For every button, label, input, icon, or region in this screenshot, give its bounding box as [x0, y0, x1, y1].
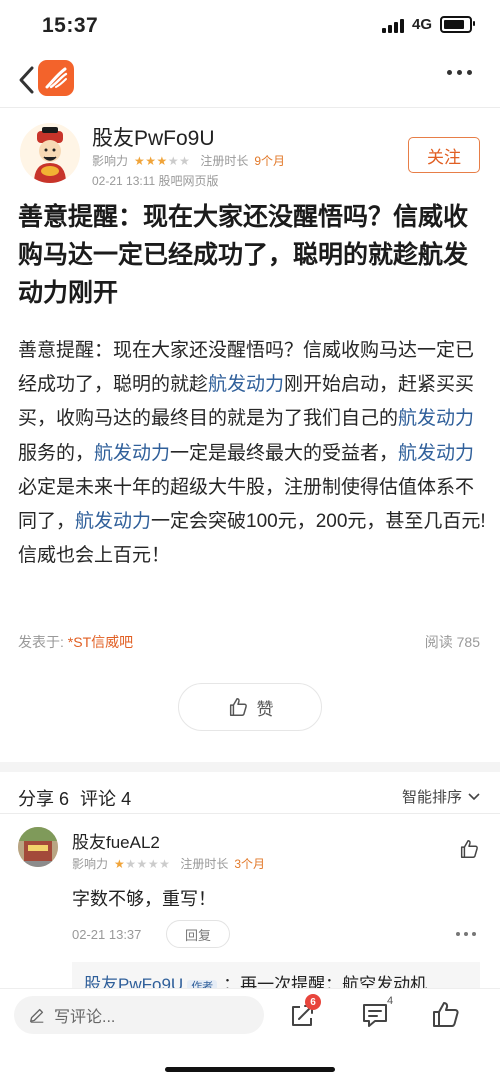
comment-text: 字数不够，重写！ [72, 889, 216, 909]
chevron-down-icon [468, 792, 480, 800]
body-text: 服务的， [18, 442, 95, 464]
write-comment-input[interactable]: 写评论... [14, 996, 264, 1034]
stock-keyword-link[interactable]: 航发动力 [398, 443, 474, 464]
sub-reply[interactable]: 股友PwFo9U 作者 ：再一次提醒：航空发动机 [72, 962, 480, 988]
thumbs-up-icon[interactable] [429, 998, 463, 1032]
status-indicators: 4G [381, 16, 475, 33]
comments-divider [0, 813, 500, 814]
nav-divider [0, 107, 500, 108]
commenter-name[interactable]: 股友fueAL2 [72, 828, 160, 853]
like-button[interactable]: 赞 [178, 683, 322, 731]
star-empty-icon: ★ [167, 153, 180, 168]
commenter-stars: ★★★★★ [114, 857, 170, 871]
star-empty-icon: ★ [136, 856, 148, 871]
commenter-influence-label: 影响力 [72, 857, 109, 871]
pencil-icon [30, 1008, 44, 1023]
posted-in-label: 发表于: [18, 634, 64, 650]
bar-link[interactable]: *ST信威吧 [68, 634, 133, 650]
author-avatar[interactable] [20, 123, 80, 183]
read-count: 阅读 785 [425, 632, 480, 652]
post-platform: 股吧网页版 [158, 174, 219, 188]
share-comment-counts: 分享 6 评论 4 [18, 785, 131, 811]
stock-keyword-link[interactable]: 航发动力 [94, 443, 170, 464]
sort-label: 智能排序 [401, 789, 462, 806]
sort-dropdown[interactable]: 智能排序 [402, 786, 480, 807]
comment-more-icon[interactable] [456, 932, 476, 936]
write-placeholder: 写评论... [54, 1009, 116, 1026]
star-filled-icon: ★ [145, 153, 157, 168]
share-label[interactable]: 分享 [18, 789, 54, 809]
star-empty-icon: ★ [179, 153, 191, 168]
battery-icon [440, 16, 475, 33]
sub-reply-text: ：再一次提醒：航空发动机 [223, 975, 428, 988]
thumbs-up-icon [229, 698, 247, 716]
star-filled-icon: ★ [114, 856, 126, 871]
post-date-line: 02-21 13:11 股吧网页版 [92, 172, 219, 189]
influence-label: 影响力 [92, 154, 129, 168]
author-name[interactable]: 股友PwFo9U [92, 122, 215, 152]
star-filled-icon: ★ [134, 153, 146, 168]
more-options-icon[interactable] [447, 70, 472, 75]
like-label: 赞 [256, 699, 274, 719]
author-tag: 作者 [187, 980, 218, 988]
comment-date: 02-21 13:37 [72, 927, 142, 942]
comment-label[interactable]: 评论 [80, 789, 116, 809]
battery-fill [444, 20, 465, 29]
read-label: 阅读 [424, 634, 453, 650]
section-gap [0, 762, 500, 772]
comment-like-icon[interactable] [458, 838, 480, 860]
reply-button[interactable]: 回复 [166, 920, 230, 948]
commenter-register-value: 3个月 [234, 857, 266, 871]
app-logo-icon[interactable] [38, 60, 74, 96]
comment-count-small: 4 [387, 995, 394, 1007]
network-type: 4G [411, 16, 432, 33]
commenter-avatar[interactable] [18, 827, 58, 867]
influence-stars: ★★★★★ [134, 154, 190, 168]
commenter-register-label: 注册时长 [180, 857, 229, 871]
star-empty-icon: ★ [125, 856, 137, 871]
status-time: 15:37 [42, 14, 99, 37]
register-label: 注册时长 [200, 154, 249, 168]
home-indicator [165, 1067, 335, 1072]
stock-keyword-link[interactable]: 航发动力 [398, 408, 474, 429]
star-filled-icon: ★ [156, 153, 168, 168]
author-meta: 影响力 ★★★★★ 注册时长 9个月 [92, 152, 285, 169]
share-count: 6 [59, 789, 70, 809]
follow-button[interactable]: 关注 [408, 137, 480, 173]
star-empty-icon: ★ [159, 856, 171, 871]
sub-reply-author[interactable]: 股友PwFo9U [84, 975, 183, 988]
read-value: 785 [456, 634, 480, 650]
stock-keyword-link[interactable]: 航发动力 [208, 374, 284, 395]
signal-icon [381, 17, 404, 33]
post-body: 善意提醒：现在大家还没醒悟吗？信威收购马达一定已经成功了，聪明的就趁航发动力刚开… [18, 334, 486, 573]
body-text: 一定是最终最大的受益者， [170, 442, 399, 464]
comment-count: 4 [121, 789, 132, 809]
post-title: 善意提醒：现在大家还没醒悟吗？信威收购马达一定已经成功了，聪明的就趁航发动力刚开 [18, 203, 469, 307]
share-badge: 6 [305, 994, 321, 1010]
stock-keyword-link[interactable]: 航发动力 [75, 511, 151, 532]
commenter-meta: 影响力 ★★★★★ 注册时长 3个月 [72, 855, 265, 872]
posted-in: 发表于: *ST信威吧 [18, 632, 133, 652]
register-value: 9个月 [254, 154, 286, 168]
star-empty-icon: ★ [147, 856, 160, 871]
post-date: 02-21 13:11 [92, 174, 156, 188]
